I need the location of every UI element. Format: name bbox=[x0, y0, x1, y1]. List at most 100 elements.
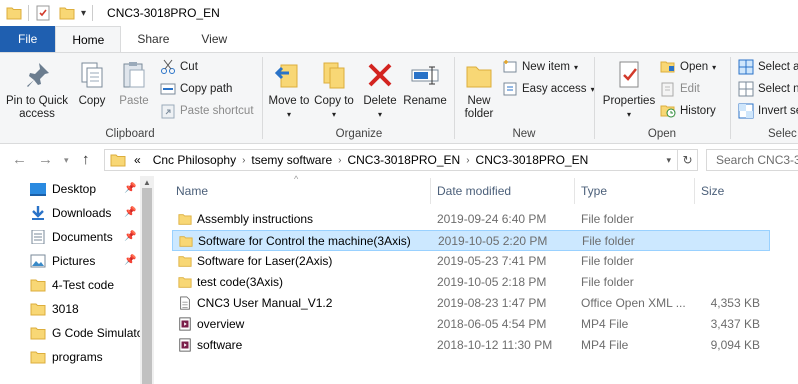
nav-item-programs[interactable]: programs bbox=[30, 346, 142, 368]
copy-to-label: Copy to bbox=[314, 95, 354, 107]
open-button[interactable]: Open ▾ bbox=[660, 57, 716, 77]
folder-icon[interactable] bbox=[6, 6, 22, 20]
address-overflow[interactable]: « bbox=[134, 153, 141, 167]
chevron-down-icon: ▾ bbox=[377, 110, 382, 119]
file-type: MP4 File bbox=[581, 317, 629, 331]
navigation-pane: Desktop 📌 Downloads 📌 Documents 📌 Pictur… bbox=[0, 176, 156, 384]
document-icon bbox=[180, 296, 190, 310]
delete-button[interactable]: Delete ▾ bbox=[360, 59, 400, 121]
open-group-label: Open bbox=[647, 128, 677, 140]
history-icon bbox=[660, 105, 676, 118]
back-arrow-icon[interactable]: ← bbox=[12, 151, 27, 168]
nav-item-4-test-code[interactable]: 4-Test code bbox=[30, 274, 142, 296]
open-label: Open bbox=[680, 61, 709, 73]
paste-icon bbox=[123, 62, 145, 88]
divider bbox=[694, 178, 695, 204]
pin-icon[interactable]: 📌 bbox=[124, 255, 136, 266]
delete-label: Delete bbox=[363, 95, 397, 107]
pin-icon[interactable]: 📌 bbox=[124, 183, 136, 194]
divider bbox=[262, 57, 263, 139]
easy-access-button[interactable]: Easy access ▾ bbox=[502, 79, 595, 99]
pin-quick-access-label: Pin to Quick access bbox=[6, 95, 68, 120]
copy-to-button[interactable]: Copy to ▾ bbox=[314, 59, 354, 121]
recent-locations-chevron-icon[interactable]: ▾ bbox=[64, 155, 69, 166]
copy-path-button[interactable]: Copy path bbox=[160, 79, 232, 99]
customize-chevron-icon[interactable]: ▾ bbox=[81, 8, 86, 19]
column-header-name[interactable]: Name bbox=[176, 184, 208, 198]
file-row-selected[interactable]: Software for Control the machine(3Axis) … bbox=[172, 230, 770, 251]
properties-button[interactable]: Properties ▾ bbox=[600, 59, 658, 121]
file-row[interactable]: Assembly instructions 2019-09-24 6:40 PM… bbox=[172, 209, 770, 230]
new-item-label: New item bbox=[522, 61, 570, 73]
scroll-up-icon[interactable]: ▲ bbox=[143, 178, 151, 187]
column-header-date[interactable]: Date modified bbox=[437, 184, 511, 198]
pin-quick-access-button[interactable]: Pin to Quick access bbox=[4, 59, 70, 121]
copy-button[interactable]: Copy bbox=[72, 59, 112, 108]
chevron-down-icon: ▾ bbox=[331, 110, 336, 119]
copy-path-icon bbox=[160, 83, 176, 95]
divider bbox=[92, 5, 94, 21]
breadcrumb-separator-icon[interactable]: › bbox=[466, 155, 469, 166]
breadcrumb-separator-icon[interactable]: › bbox=[338, 155, 341, 166]
address-history-chevron-icon[interactable]: ▾ bbox=[666, 155, 671, 166]
breadcrumb-cnc3-parent[interactable]: CNC3-3018PRO_EN bbox=[347, 153, 460, 167]
nav-item-label: Desktop bbox=[52, 182, 97, 196]
up-arrow-icon[interactable]: ↑ bbox=[82, 151, 90, 168]
download-arrow-icon bbox=[32, 206, 44, 220]
nav-pane-scrollbar[interactable]: ▲ bbox=[140, 176, 154, 384]
select-all-button[interactable]: Select al bbox=[738, 57, 798, 77]
nav-item-3018[interactable]: 3018 bbox=[30, 298, 142, 320]
column-header-size[interactable]: Size bbox=[701, 184, 724, 198]
clipboard-group-label: Clipboard bbox=[105, 128, 155, 140]
divider bbox=[730, 57, 731, 139]
file-row[interactable]: Software for Laser(2Axis) 2019-05-23 7:4… bbox=[172, 251, 770, 272]
file-date: 2019-10-05 2:18 PM bbox=[437, 275, 547, 289]
column-header-type[interactable]: Type bbox=[581, 184, 607, 198]
folder-icon bbox=[178, 256, 192, 267]
select-none-label: Select n bbox=[758, 83, 798, 95]
paste-button[interactable]: Paste bbox=[114, 59, 154, 108]
file-row[interactable]: CNC3 User Manual_V1.2 2019-08-23 1:47 PM… bbox=[172, 293, 770, 314]
file-row[interactable]: test code(3Axis) 2019-10-05 2:18 PM File… bbox=[172, 272, 770, 293]
new-folder-button[interactable]: New folder bbox=[458, 59, 500, 121]
new-folder-icon[interactable] bbox=[59, 6, 75, 20]
edit-button[interactable]: Edit bbox=[660, 79, 700, 99]
breadcrumb-tsemy-software[interactable]: tsemy software bbox=[251, 153, 332, 167]
breadcrumb-separator-icon[interactable]: › bbox=[242, 155, 245, 166]
nav-item-g-code-simulator[interactable]: G Code Simulato bbox=[30, 322, 142, 344]
tab-view[interactable]: View bbox=[185, 26, 243, 52]
properties-check-icon[interactable] bbox=[35, 5, 51, 21]
invert-selection-button[interactable]: Invert se bbox=[738, 101, 798, 121]
scrollbar-thumb[interactable] bbox=[142, 188, 152, 384]
pin-icon[interactable]: 📌 bbox=[124, 207, 136, 218]
rename-button[interactable]: Rename bbox=[402, 59, 448, 108]
address-bar[interactable]: « Cnc Philosophy › tsemy software › CNC3… bbox=[104, 149, 698, 171]
search-input[interactable]: Search CNC3-30 bbox=[706, 149, 798, 171]
file-row[interactable]: overview 2018-06-05 4:54 PM MP4 File 3,4… bbox=[172, 314, 770, 335]
file-date: 2019-10-05 2:20 PM bbox=[438, 234, 548, 248]
new-item-button[interactable]: New item ▾ bbox=[502, 57, 578, 77]
folder-icon bbox=[110, 154, 126, 167]
cut-button[interactable]: Cut bbox=[160, 57, 198, 77]
pin-icon[interactable]: 📌 bbox=[124, 231, 136, 242]
history-button[interactable]: History bbox=[660, 101, 716, 121]
refresh-icon[interactable]: ↻ bbox=[677, 150, 697, 170]
tab-home[interactable]: Home bbox=[55, 26, 122, 52]
move-to-button[interactable]: Move to ▾ bbox=[268, 59, 310, 121]
sort-caret-icon: ^ bbox=[294, 174, 299, 184]
file-date: 2019-09-24 6:40 PM bbox=[437, 212, 547, 226]
tab-share[interactable]: Share bbox=[121, 26, 185, 52]
breadcrumb-cnc3-current[interactable]: CNC3-3018PRO_EN bbox=[476, 153, 589, 167]
forward-arrow-icon[interactable]: → bbox=[38, 151, 53, 168]
chevron-down-icon: ▾ bbox=[573, 62, 578, 72]
organize-group: Move to ▾ Copy to ▾ Delete ▾ Rename Orga… bbox=[264, 53, 454, 144]
file-type: File folder bbox=[581, 254, 634, 268]
file-row[interactable]: software 2018-10-12 11:30 PM MP4 File 9,… bbox=[172, 335, 770, 356]
paste-shortcut-button[interactable]: Paste shortcut bbox=[160, 101, 254, 121]
file-date: 2018-10-12 11:30 PM bbox=[437, 338, 553, 352]
tab-file[interactable]: File bbox=[0, 26, 56, 52]
breadcrumb-cnc-philosophy[interactable]: Cnc Philosophy bbox=[153, 153, 236, 167]
video-icon bbox=[179, 317, 191, 331]
quick-access-toolbar: ▾ bbox=[6, 5, 99, 21]
select-none-button[interactable]: Select n bbox=[738, 79, 798, 99]
